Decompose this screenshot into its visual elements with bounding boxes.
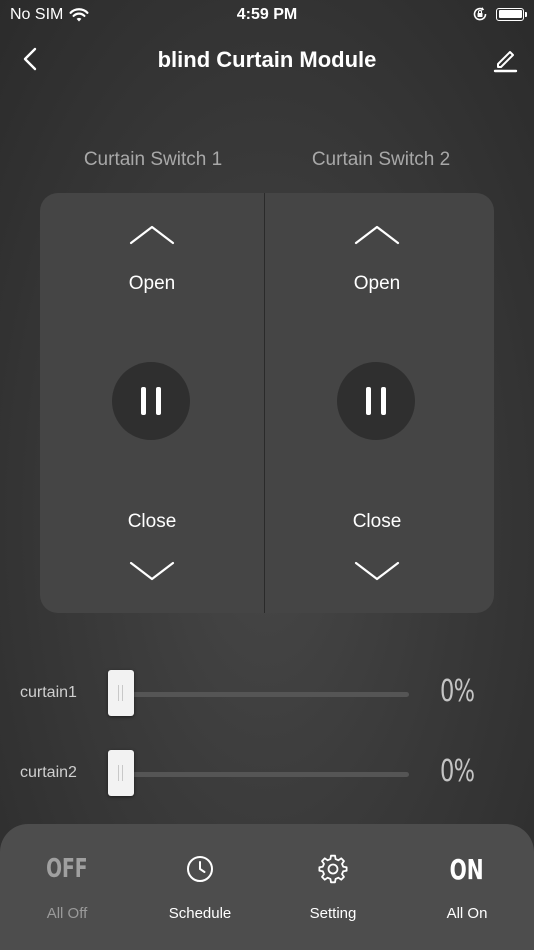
close-label-1[interactable]: Close — [40, 511, 264, 533]
curtain-switch-1: Open Close — [40, 193, 264, 613]
pencil-icon — [493, 51, 518, 73]
off-text-icon: OFF — [0, 852, 134, 886]
curtain-switch-2: Open Close — [265, 193, 489, 613]
chevron-down-icon — [129, 561, 175, 581]
curtain1-slider-thumb[interactable] — [108, 670, 134, 716]
pause-button-2[interactable] — [337, 362, 415, 440]
open-label-1[interactable]: Open — [40, 273, 264, 295]
curtain2-slider-thumb[interactable] — [108, 750, 134, 796]
status-right — [472, 6, 527, 22]
schedule-button[interactable]: Schedule — [133, 824, 267, 950]
schedule-label: Schedule — [168, 905, 232, 922]
curtain-control-panel: Open Close Open Close — [40, 193, 494, 613]
close-button-2[interactable] — [350, 555, 404, 585]
slider-row-curtain1: curtain1 0% — [0, 669, 534, 719]
pause-icon — [381, 387, 386, 415]
chevron-up-icon — [354, 225, 400, 245]
all-on-label: All On — [446, 905, 488, 922]
slider-row-curtain2: curtain2 0% — [0, 749, 534, 799]
switch-2-label: Curtain Switch 2 — [311, 149, 451, 170]
on-text-icon: ON — [400, 852, 534, 886]
open-label-2[interactable]: Open — [265, 273, 489, 295]
bottom-action-bar: OFF All Off Schedule Setting ON All On — [0, 824, 534, 950]
close-button-1[interactable] — [125, 555, 179, 585]
on-icon-text: ON — [449, 852, 485, 886]
curtain2-slider-track[interactable] — [108, 750, 409, 796]
clock-icon-wrapper — [133, 852, 267, 886]
gear-icon-wrapper — [266, 852, 400, 886]
curtain1-slider-track[interactable] — [108, 670, 409, 716]
pause-button-1[interactable] — [112, 362, 190, 440]
pause-icon — [141, 387, 146, 415]
pause-icon — [156, 387, 161, 415]
nav-bar: blind Curtain Module — [0, 32, 534, 88]
setting-button[interactable]: Setting — [266, 824, 400, 950]
battery-icon — [496, 7, 527, 21]
all-on-button[interactable]: ON All On — [400, 824, 534, 950]
pause-icon — [366, 387, 371, 415]
all-off-label: All Off — [46, 905, 88, 922]
close-label-2[interactable]: Close — [265, 511, 489, 533]
switch-1-label: Curtain Switch 1 — [83, 149, 223, 170]
setting-label: Setting — [309, 905, 357, 922]
chevron-up-icon — [129, 225, 175, 245]
off-icon-text: OFF — [46, 854, 88, 884]
status-time: 4:59 PM — [236, 6, 298, 23]
chevron-down-icon — [354, 561, 400, 581]
open-button-2[interactable] — [350, 221, 404, 251]
orientation-lock-icon — [473, 7, 487, 21]
slider-value: 0% — [440, 754, 475, 789]
slider-label: curtain2 — [20, 764, 77, 781]
gear-icon — [318, 854, 348, 884]
slider-value: 0% — [440, 674, 475, 709]
page-title: blind Curtain Module — [157, 47, 377, 72]
open-button-1[interactable] — [125, 221, 179, 251]
clock-icon — [187, 856, 213, 882]
slider-label: curtain1 — [20, 684, 77, 701]
edit-button[interactable] — [490, 44, 520, 74]
status-bar: No SIM 4:59 PM — [0, 0, 534, 32]
all-off-button[interactable]: OFF All Off — [0, 824, 134, 950]
